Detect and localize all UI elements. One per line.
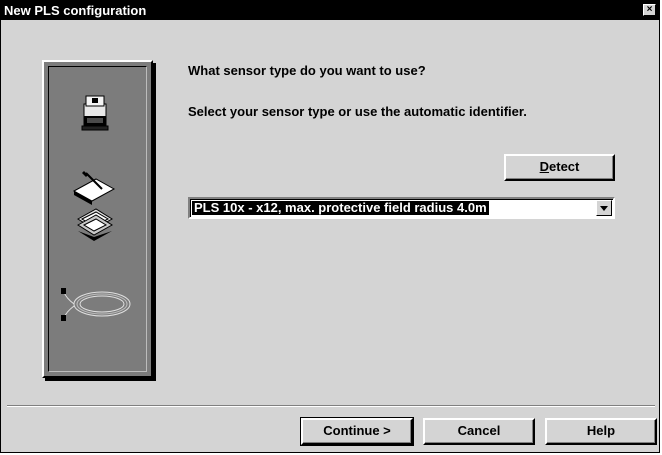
title-bar[interactable]: New PLS configuration × — [1, 1, 659, 20]
instruction-text: Select your sensor type or use the autom… — [188, 104, 527, 119]
cable-icon — [61, 288, 131, 321]
dropdown-arrow-button[interactable] — [596, 200, 612, 216]
footer-separator — [7, 405, 655, 407]
detect-mnemonic: D — [539, 159, 550, 174]
floppy-disks-icon — [72, 171, 116, 241]
new-pls-configuration-dialog: New PLS configuration × What sensor type… — [0, 0, 660, 453]
cancel-button[interactable]: Cancel — [423, 418, 535, 445]
help-button[interactable]: Help — [545, 418, 657, 445]
continue-button[interactable]: Continue > — [300, 417, 414, 446]
sensor-type-select[interactable]: PLS 10x - x12, max. protective field rad… — [188, 197, 615, 219]
chevron-down-icon — [600, 206, 608, 211]
detect-label-rest: etect — [549, 159, 580, 174]
question-text: What sensor type do you want to use? — [188, 63, 426, 78]
detect-button[interactable]: Detect — [504, 154, 615, 181]
sensor-type-selected-value: PLS 10x - x12, max. protective field rad… — [192, 200, 489, 215]
close-button[interactable]: × — [643, 4, 656, 16]
sensor-device-icon — [81, 95, 109, 131]
wizard-side-panel — [42, 60, 153, 378]
window-title: New PLS configuration — [4, 3, 147, 18]
